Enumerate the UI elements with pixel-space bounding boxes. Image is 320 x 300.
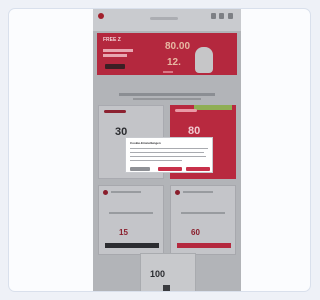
plan-badge [175, 109, 197, 112]
banner-sub-price: 12. [167, 57, 181, 68]
banner-price: 80.00 [165, 41, 191, 52]
select-plan-button[interactable] [177, 243, 231, 248]
promo-tag [194, 105, 232, 110]
plan-card-row2-left[interactable]: 15 [98, 185, 164, 255]
qr-code-icon [163, 285, 170, 291]
top-navigation [93, 9, 241, 31]
mascot-illustration [195, 47, 213, 73]
phone-viewport: FREE Z 80.00 12. 30 80 15 60 100 Cookie-… [93, 9, 241, 291]
plan-price: 15 [119, 228, 128, 237]
nav-placeholder [150, 17, 178, 20]
screenshot-card: FREE Z 80.00 12. 30 80 15 60 100 Cookie-… [8, 8, 311, 292]
carousel-dots[interactable] [163, 71, 173, 73]
banner-headline: FREE Z [103, 37, 121, 43]
menu-icon[interactable] [228, 13, 233, 19]
reject-button[interactable] [158, 167, 182, 171]
banner-cta-button[interactable] [105, 64, 125, 69]
plan-price: 60 [191, 228, 200, 237]
plan-icon [103, 190, 108, 195]
account-icon[interactable] [211, 13, 216, 19]
settings-button[interactable] [130, 167, 150, 171]
promo-banner[interactable]: FREE Z 80.00 12. [97, 33, 237, 75]
brand-logo-icon[interactable] [98, 13, 104, 19]
plan-card-row2-right[interactable]: 60 [170, 185, 236, 255]
section-subheading [133, 98, 201, 100]
plan-card-row3[interactable]: 100 [140, 253, 196, 291]
plan-price: 80 [188, 125, 201, 137]
section-heading [119, 93, 215, 96]
cart-icon[interactable] [219, 13, 224, 19]
plan-badge [104, 110, 126, 113]
plan-price: 100 [150, 269, 166, 279]
dialog-title: Cookie-Einstellungen [130, 141, 161, 145]
accept-button[interactable] [186, 167, 210, 171]
select-plan-button[interactable] [105, 243, 159, 248]
cookie-consent-dialog: Cookie-Einstellungen [125, 137, 213, 173]
plan-icon [175, 190, 180, 195]
